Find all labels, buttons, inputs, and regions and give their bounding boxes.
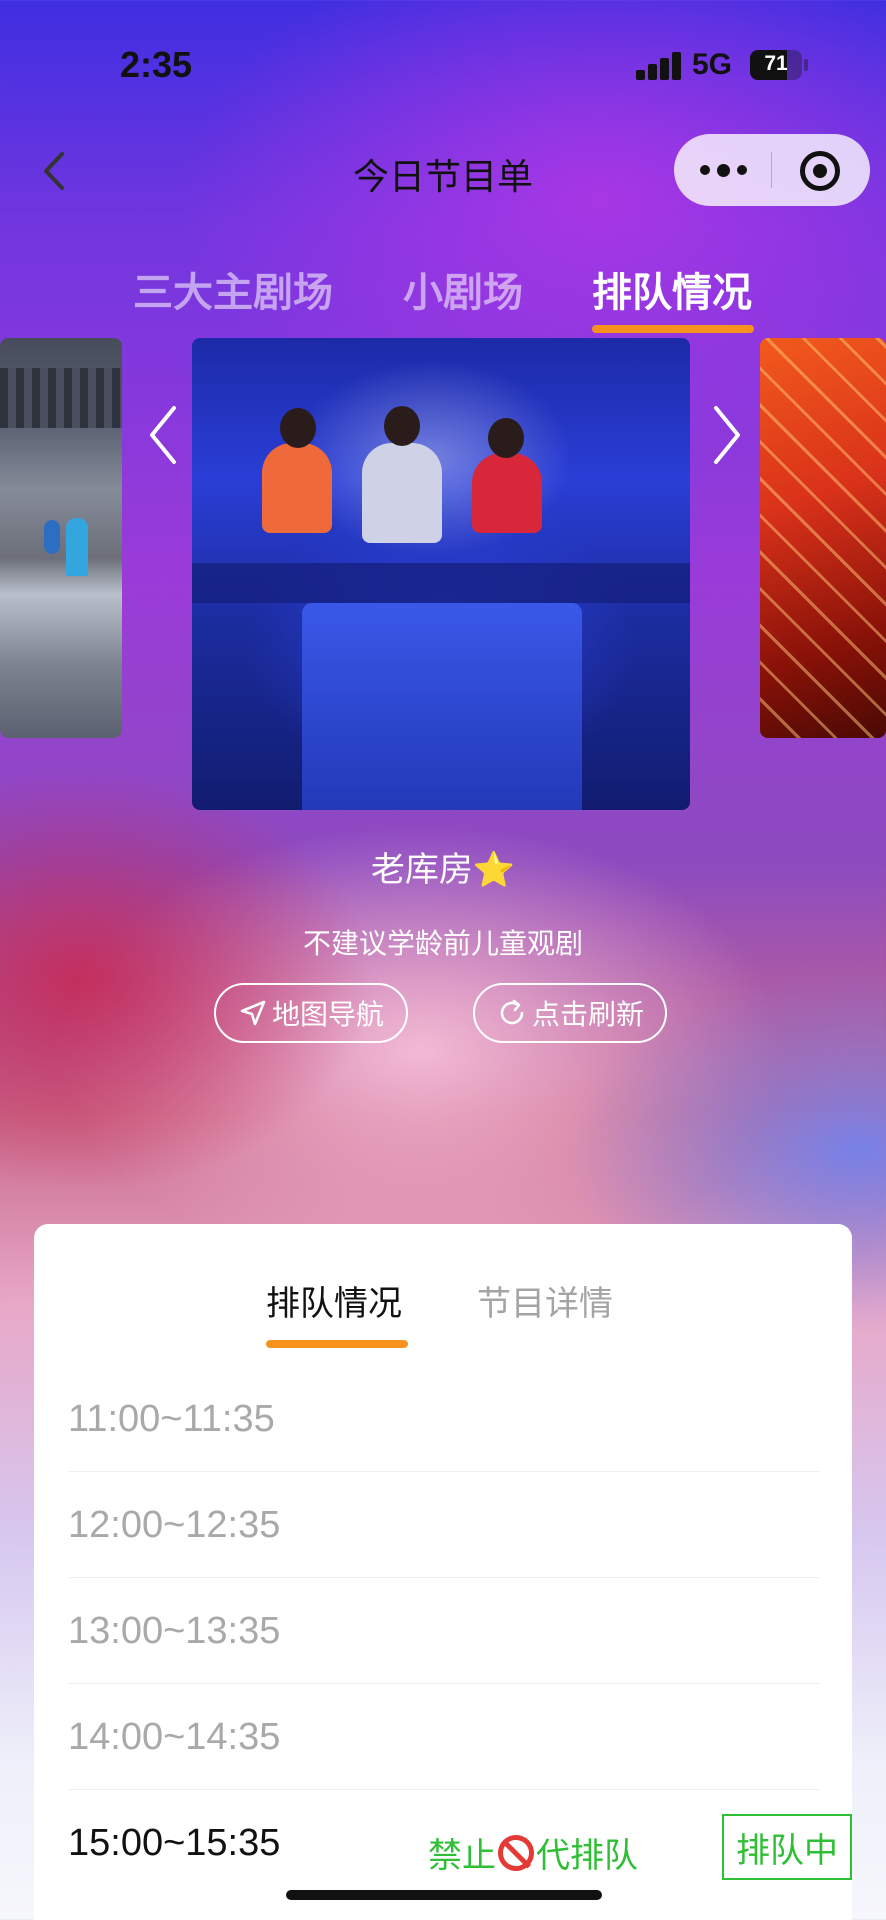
- status-bar: 2:35 5G 71: [0, 0, 886, 130]
- card-tab-underline: [266, 1340, 408, 1348]
- capsule-divider: [771, 152, 772, 188]
- poster-figure: [44, 520, 60, 554]
- tab-queue[interactable]: 排队情况: [266, 1276, 402, 1325]
- time-slot: 15:00~15:35: [68, 1822, 281, 1864]
- age-advisory: 不建议学龄前儿童观剧: [302, 927, 583, 960]
- chevron-left-icon: [150, 406, 176, 464]
- queue-card: 排队情况 节目详情 11:00~11:35 12:00~12:35 13:00~…: [34, 1224, 852, 1920]
- time-slot-row-current[interactable]: 15:00~15:35 禁止 代排队 排队中: [68, 1790, 852, 1896]
- carousel-prev-button[interactable]: [140, 400, 190, 470]
- poster-figure: [66, 518, 88, 576]
- battery-tip: [804, 59, 808, 71]
- time-slot-row[interactable]: 12:00~12:35: [68, 1472, 820, 1578]
- time-slot: 11:00~11:35: [68, 1398, 275, 1440]
- poster-stage-machine: [302, 603, 582, 810]
- poster-performer: [472, 453, 542, 533]
- more-button[interactable]: [674, 134, 772, 206]
- target-close-icon[interactable]: [800, 151, 840, 191]
- poster-performer-head: [280, 408, 316, 448]
- poster-performer-head: [488, 418, 524, 458]
- tab-queue-status[interactable]: 排队情况: [592, 260, 752, 318]
- battery-level: 71: [764, 52, 788, 75]
- tab-small-theaters[interactable]: 小剧场: [403, 260, 523, 318]
- time-slot: 12:00~12:35: [68, 1504, 281, 1546]
- carousel-next-button[interactable]: [700, 400, 750, 470]
- chevron-right-icon: [714, 406, 740, 464]
- miniprogram-capsule: [674, 134, 870, 206]
- show-title: 老库房⭐: [370, 850, 516, 890]
- queue-status-badge: 排队中: [722, 1814, 852, 1880]
- time-slot: 13:00~13:35: [68, 1610, 281, 1652]
- status-time: 2:35: [120, 44, 193, 85]
- more-dots-icon: [716, 163, 730, 177]
- poster-current[interactable]: [192, 338, 690, 810]
- prohibited-icon: [498, 1834, 534, 1871]
- navigation-arrow-icon: [240, 1000, 266, 1026]
- map-navigation-button[interactable]: 地图导航: [214, 983, 408, 1043]
- poster-previous[interactable]: [0, 338, 122, 738]
- time-slot-row[interactable]: 11:00~11:35: [68, 1366, 820, 1472]
- more-dots-icon: [699, 165, 710, 175]
- tab-active-underline: [592, 325, 754, 333]
- tab-main-theaters[interactable]: 三大主剧场: [133, 260, 333, 318]
- poster-performer: [362, 443, 442, 543]
- more-dots-icon: [736, 165, 747, 175]
- poster-roof: [0, 368, 122, 428]
- warning-suffix: 代排队: [536, 1836, 638, 1876]
- warning-prefix: 禁止: [428, 1836, 496, 1876]
- tab-show-details[interactable]: 节目详情: [477, 1276, 613, 1325]
- network-type: 5G: [692, 48, 733, 81]
- poster-stage-band: [192, 563, 690, 603]
- home-indicator: [286, 1890, 602, 1900]
- poster-next[interactable]: [760, 338, 886, 738]
- time-slot-row[interactable]: 14:00~14:35: [68, 1684, 820, 1790]
- battery-icon: 71: [750, 50, 802, 80]
- refresh-icon: [500, 999, 524, 1025]
- no-proxy-queue-warning: 禁止 代排队: [428, 1828, 638, 1877]
- refresh-label: 点击刷新: [531, 998, 644, 1031]
- map-navigation-label: 地图导航: [271, 998, 384, 1031]
- time-slot: 14:00~14:35: [68, 1716, 281, 1758]
- poster-performer-head: [384, 406, 420, 446]
- poster-performer: [262, 443, 332, 533]
- refresh-button[interactable]: 点击刷新: [473, 983, 667, 1043]
- time-slot-row[interactable]: 13:00~13:35: [68, 1578, 820, 1684]
- signal-icon: [636, 50, 682, 80]
